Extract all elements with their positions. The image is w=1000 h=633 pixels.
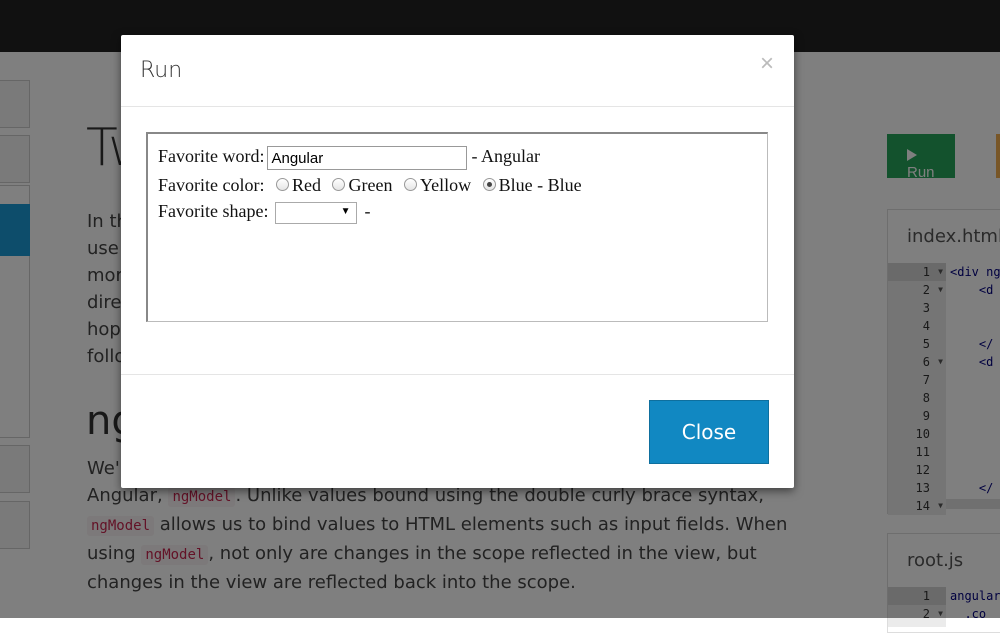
- modal-title: Run: [140, 58, 183, 83]
- word-echo: - Angular: [471, 146, 540, 167]
- close-button[interactable]: Close: [649, 400, 769, 464]
- radio-label-blue: Blue: [498, 175, 533, 195]
- color-row: Favorite color: Red Green Yellow Blue - …: [158, 175, 582, 196]
- radio-label-red: Red: [291, 175, 321, 195]
- radio-red[interactable]: [275, 178, 289, 192]
- shape-row: Favorite shape: ▼ -: [158, 201, 370, 224]
- dropdown-arrow-icon: ▼: [340, 205, 351, 217]
- radio-green[interactable]: [332, 178, 346, 192]
- modal-footer: Close: [121, 374, 794, 489]
- radio-blue[interactable]: [482, 178, 496, 192]
- shape-label: Favorite shape:: [158, 201, 269, 221]
- radio-label-yellow: Yellow: [419, 175, 472, 195]
- modal-header: Run ×: [121, 35, 794, 107]
- word-row: Favorite word: - Angular: [158, 146, 540, 170]
- radio-label-green: Green: [348, 175, 393, 195]
- result-iframe: Favorite word: - Angular Favorite color: …: [146, 132, 768, 322]
- radio-yellow[interactable]: [403, 178, 417, 192]
- favorite-word-input[interactable]: [267, 146, 468, 170]
- color-echo: - Blue: [537, 175, 582, 195]
- word-label: Favorite word:: [158, 146, 265, 167]
- color-label: Favorite color:: [158, 175, 265, 195]
- run-modal: Run × Favorite word: - Angular Favorite c…: [121, 35, 794, 488]
- shape-echo: -: [364, 201, 371, 221]
- favorite-shape-select[interactable]: ▼: [275, 201, 358, 224]
- close-icon[interactable]: ×: [760, 50, 774, 78]
